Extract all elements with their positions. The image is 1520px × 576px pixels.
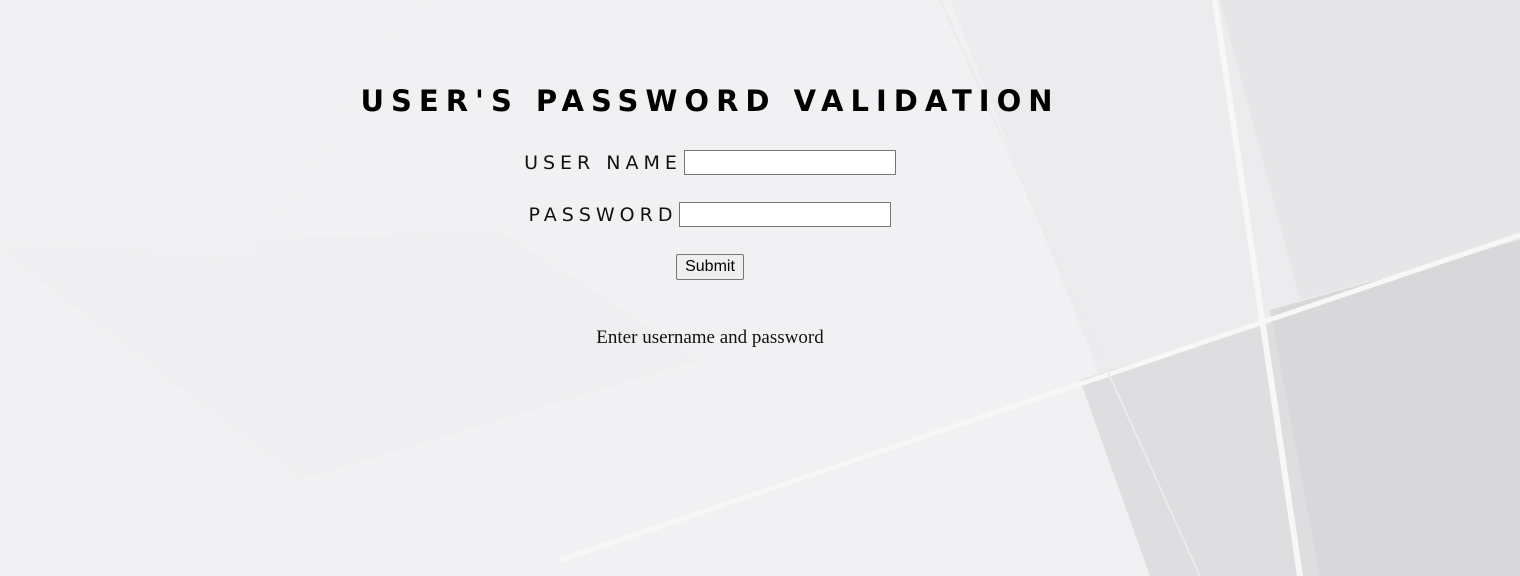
status-message: Enter username and password	[596, 327, 824, 348]
username-label: USER NAME	[524, 151, 682, 174]
page-title: USER'S PASSWORD VALIDATION	[360, 84, 1060, 118]
password-label: PASSWORD	[528, 203, 678, 226]
username-row: USER NAME	[0, 150, 1420, 175]
login-form-container: USER'S PASSWORD VALIDATION USER NAME PAS…	[0, 0, 1520, 576]
submit-button[interactable]: Submit	[676, 254, 744, 280]
submit-row: Submit	[0, 254, 1420, 280]
username-input[interactable]	[683, 150, 896, 175]
password-row: PASSWORD	[0, 202, 1420, 227]
password-input[interactable]	[679, 202, 892, 227]
